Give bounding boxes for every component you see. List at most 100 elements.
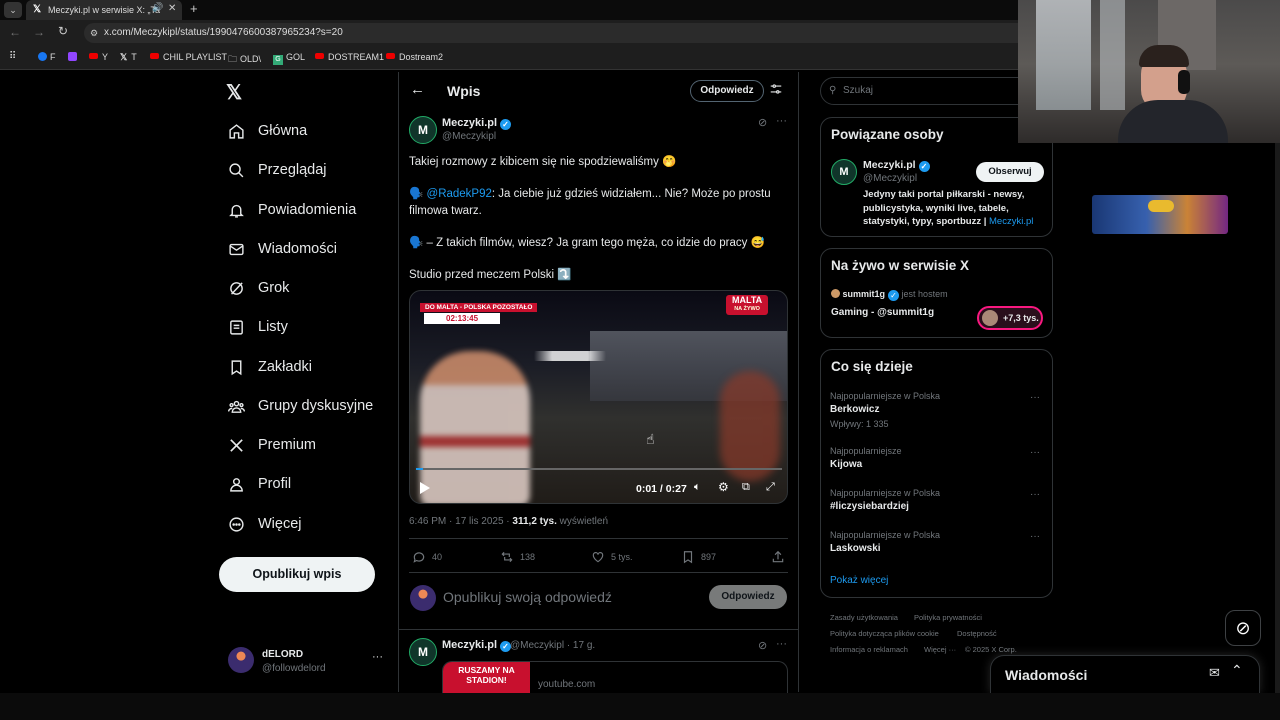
sidebar-item-messages[interactable]: Wiadomości bbox=[228, 234, 337, 264]
video-scene-crowd bbox=[720, 371, 780, 481]
footer-accessibility[interactable]: Dostępność bbox=[957, 629, 997, 638]
footer-privacy[interactable]: Polityka prywatności bbox=[914, 613, 982, 622]
bookmark-folder-old[interactable]: 🗀 OLD\ bbox=[228, 52, 261, 68]
trend-more-icon[interactable]: ··· bbox=[1030, 489, 1040, 500]
main-right-border bbox=[798, 72, 799, 692]
footer-ads-info[interactable]: Informacja o reklamach bbox=[830, 645, 908, 654]
messages-drawer[interactable]: Wiadomości ✉︎ ⌃ bbox=[990, 655, 1260, 693]
bookmark-icon bbox=[231, 359, 242, 375]
video-progress-track[interactable] bbox=[416, 468, 782, 470]
sidebar-item-bookmarks[interactable]: Zakładki bbox=[228, 352, 312, 382]
sidebar-item-lists[interactable]: Listy bbox=[228, 312, 288, 342]
fullscreen-icon[interactable]: ⤢ bbox=[766, 481, 775, 494]
listener-avatar bbox=[982, 310, 998, 326]
settings-gear-icon[interactable]: ⚙︎ bbox=[718, 480, 729, 494]
bookmark-dostream2[interactable]: Dostream2 bbox=[386, 52, 443, 62]
x-favicon-icon: 𝕏 bbox=[33, 4, 42, 15]
new-tab-icon[interactable]: + bbox=[190, 1, 198, 16]
channel-logo-sub: NA ŻYWO bbox=[734, 306, 760, 312]
repost-action[interactable]: 138 bbox=[500, 550, 535, 564]
trend-item-laskowski[interactable]: Laskowski bbox=[830, 543, 881, 554]
author-avatar[interactable]: M bbox=[409, 116, 437, 144]
author-handle[interactable]: @Meczykipl bbox=[442, 131, 496, 142]
link-card[interactable]: RUSZAMY NA STADION! youtube.com bbox=[442, 661, 788, 693]
live-listeners-badge[interactable]: +7,3 tys. bbox=[977, 306, 1043, 330]
post-meta-divider bbox=[409, 538, 788, 539]
trend-more-icon[interactable]: ··· bbox=[1030, 531, 1040, 542]
new-message-icon[interactable]: ✉︎ bbox=[1209, 665, 1220, 681]
video-player[interactable]: DO MALTA - POLSKA POZOSTAŁO 02:13:45 MAL… bbox=[409, 290, 788, 504]
sliders-icon[interactable] bbox=[769, 82, 783, 98]
webcam-window bbox=[1036, 0, 1091, 110]
x-logo-icon[interactable]: 𝕏 bbox=[226, 80, 242, 105]
sidebar-item-grok[interactable]: Grok bbox=[228, 273, 289, 303]
reply-submit-button[interactable]: Odpowiedz bbox=[709, 585, 787, 609]
trend-more-icon[interactable]: ··· bbox=[1030, 447, 1040, 458]
apps-icon[interactable]: ⠿ bbox=[9, 51, 16, 62]
reply-input[interactable]: Opublikuj swoją odpowiedź bbox=[443, 589, 612, 605]
author-name[interactable]: Meczyki.pl ✓ bbox=[442, 117, 512, 130]
forward-icon[interactable]: → bbox=[33, 25, 45, 39]
back-arrow-icon[interactable]: ← bbox=[410, 81, 425, 98]
follow-button[interactable]: Obserwuj bbox=[976, 162, 1044, 182]
bookmark-chil-playlist[interactable]: CHIL PLAYLIST bbox=[150, 52, 227, 62]
post-button[interactable]: Opublikuj wpis bbox=[219, 557, 375, 592]
reload-icon[interactable]: ↻ bbox=[58, 24, 68, 38]
tab-list-button[interactable]: ⌄ bbox=[4, 2, 22, 18]
bookmark-x[interactable]: 𝕏T bbox=[120, 52, 137, 63]
more-dots-icon[interactable]: ··· bbox=[372, 651, 383, 663]
trend-item-kijowa[interactable]: Kijowa bbox=[830, 459, 862, 470]
bookmark-gol[interactable]: G GOL bbox=[273, 52, 305, 65]
grok-explain-icon[interactable]: ⊘ bbox=[758, 116, 767, 129]
verified-badge-icon: ✓ bbox=[500, 119, 512, 130]
related-name[interactable]: Meczyki.pl ✓ bbox=[863, 159, 930, 172]
reply-action[interactable]: 40 bbox=[412, 550, 442, 564]
bookmark-facebook[interactable]: F bbox=[38, 52, 56, 62]
back-icon[interactable]: ← bbox=[9, 25, 21, 39]
sidebar-item-premium[interactable]: Premium bbox=[228, 430, 316, 460]
footer-more[interactable]: Więcej ··· bbox=[924, 645, 956, 654]
footer-cookies[interactable]: Polityka dotycząca plików cookie bbox=[830, 629, 939, 638]
sidebar-item-notifications[interactable]: Powiadomienia bbox=[228, 195, 356, 225]
bookmark-twitch[interactable] bbox=[68, 52, 77, 62]
post-more-icon[interactable]: ··· bbox=[776, 115, 787, 127]
sidebar-item-profile[interactable]: Profil bbox=[228, 469, 291, 499]
tab-audio-icon[interactable]: 🔊 bbox=[152, 2, 163, 13]
trend-more-icon[interactable]: ··· bbox=[1030, 392, 1040, 403]
next-post-author[interactable]: Meczyki.pl ✓ bbox=[442, 639, 512, 652]
bookmark-youtube-y[interactable]: Y bbox=[89, 52, 108, 62]
bookmark-dostream1[interactable]: DOSTREAM1 bbox=[315, 52, 384, 62]
sidebar-item-explore[interactable]: Przeglądaj bbox=[228, 155, 327, 185]
sidebar-item-communities[interactable]: Grupy dyskusyjne bbox=[228, 391, 373, 421]
site-info-icon[interactable]: ⚙ bbox=[90, 23, 98, 43]
ad-banner-image[interactable] bbox=[1092, 195, 1228, 234]
share-action[interactable] bbox=[771, 550, 791, 564]
tab-close-icon[interactable]: ✕ bbox=[168, 3, 176, 14]
bio-link[interactable]: Meczyki.pl bbox=[989, 216, 1033, 227]
post-date[interactable]: 17 lis 2025 bbox=[455, 516, 503, 527]
header-reply-button[interactable]: Odpowiedz bbox=[690, 80, 764, 102]
account-switcher[interactable]: dELORD @followdelord ··· bbox=[226, 645, 386, 677]
post-more-icon[interactable]: ··· bbox=[776, 638, 787, 650]
bookmark-action[interactable]: 897 bbox=[681, 550, 716, 564]
related-avatar[interactable]: M bbox=[831, 159, 857, 185]
trend-item-liczysiebardziej[interactable]: #liczysiebardziej bbox=[830, 501, 909, 512]
next-post-avatar[interactable]: M bbox=[409, 638, 437, 666]
grok-floating-button[interactable]: ⊘ bbox=[1225, 610, 1261, 646]
live-host[interactable]: summit1g ✓ jest hostem bbox=[831, 289, 948, 301]
sidebar-item-home[interactable]: Główna bbox=[228, 116, 307, 146]
show-more-link[interactable]: Pokaż więcej bbox=[830, 575, 888, 586]
trend-item-berkowicz[interactable]: Berkowicz bbox=[830, 404, 879, 415]
sidebar-item-more[interactable]: Więcej bbox=[228, 509, 302, 539]
footer-terms[interactable]: Zasady użytkowania bbox=[830, 613, 898, 622]
post-time[interactable]: 6:46 PM bbox=[409, 516, 446, 527]
play-icon[interactable] bbox=[420, 482, 430, 494]
like-action[interactable]: 5 tys. bbox=[591, 550, 633, 564]
address-field[interactable]: ⚙ x.com/Meczykipl/status/199047660038796… bbox=[84, 23, 1044, 43]
mention-link[interactable]: @RadekP92 bbox=[427, 188, 492, 200]
expand-up-icon[interactable]: ⌃ bbox=[1231, 662, 1243, 679]
grok-explain-icon[interactable]: ⊘ bbox=[758, 639, 767, 652]
pip-icon[interactable]: ⧉ bbox=[742, 481, 750, 494]
volume-icon[interactable]: 🔈︎ bbox=[694, 481, 701, 494]
live-name[interactable]: Gaming - @summit1g bbox=[831, 307, 934, 318]
